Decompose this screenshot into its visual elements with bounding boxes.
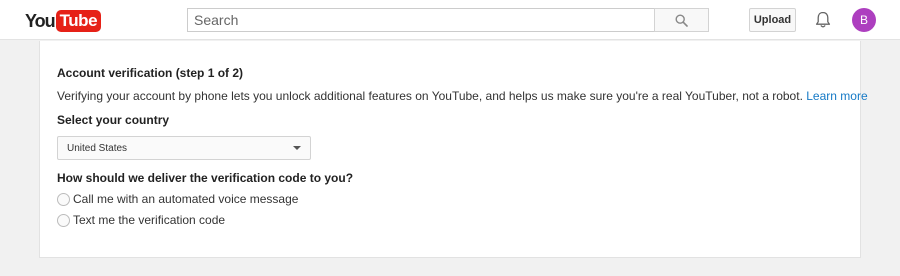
description-text: Verifying your account by phone lets you… xyxy=(57,89,803,103)
search-button[interactable] xyxy=(654,8,709,32)
verification-card: Account verification (step 1 of 2) Verif… xyxy=(39,41,868,258)
option-label: Text me the verification code xyxy=(73,213,226,227)
country-label: Select your country xyxy=(57,113,170,127)
upload-button[interactable]: Upload xyxy=(749,8,796,32)
dropdown-arrow-icon xyxy=(293,146,301,150)
youtube-logo[interactable]: You Tube xyxy=(25,9,102,33)
country-select-value: United States xyxy=(67,142,128,154)
verification-description: Verifying your account by phone lets you… xyxy=(57,89,868,103)
country-select[interactable]: United States xyxy=(57,136,311,160)
bell-icon xyxy=(815,11,831,28)
search-bar xyxy=(187,8,709,32)
option-voice-call[interactable]: Call me with an automated voice message xyxy=(57,192,298,206)
search-input[interactable] xyxy=(187,8,654,32)
radio-button[interactable] xyxy=(57,192,70,206)
search-icon xyxy=(675,13,688,27)
logo-text-you: You xyxy=(25,10,56,31)
delivery-question: How should we deliver the verification c… xyxy=(57,171,354,185)
top-bar: You Tube Upload B xyxy=(0,0,900,40)
notifications-button[interactable] xyxy=(813,10,833,30)
logo-text-tube: Tube xyxy=(55,10,102,32)
radio-button[interactable] xyxy=(57,213,70,227)
option-label: Call me with an automated voice message xyxy=(73,192,299,206)
page-title: Account verification (step 1 of 2) xyxy=(57,66,244,80)
avatar[interactable]: B xyxy=(852,8,876,32)
option-text-message[interactable]: Text me the verification code xyxy=(57,213,225,227)
learn-more-link[interactable]: Learn more xyxy=(806,89,867,103)
